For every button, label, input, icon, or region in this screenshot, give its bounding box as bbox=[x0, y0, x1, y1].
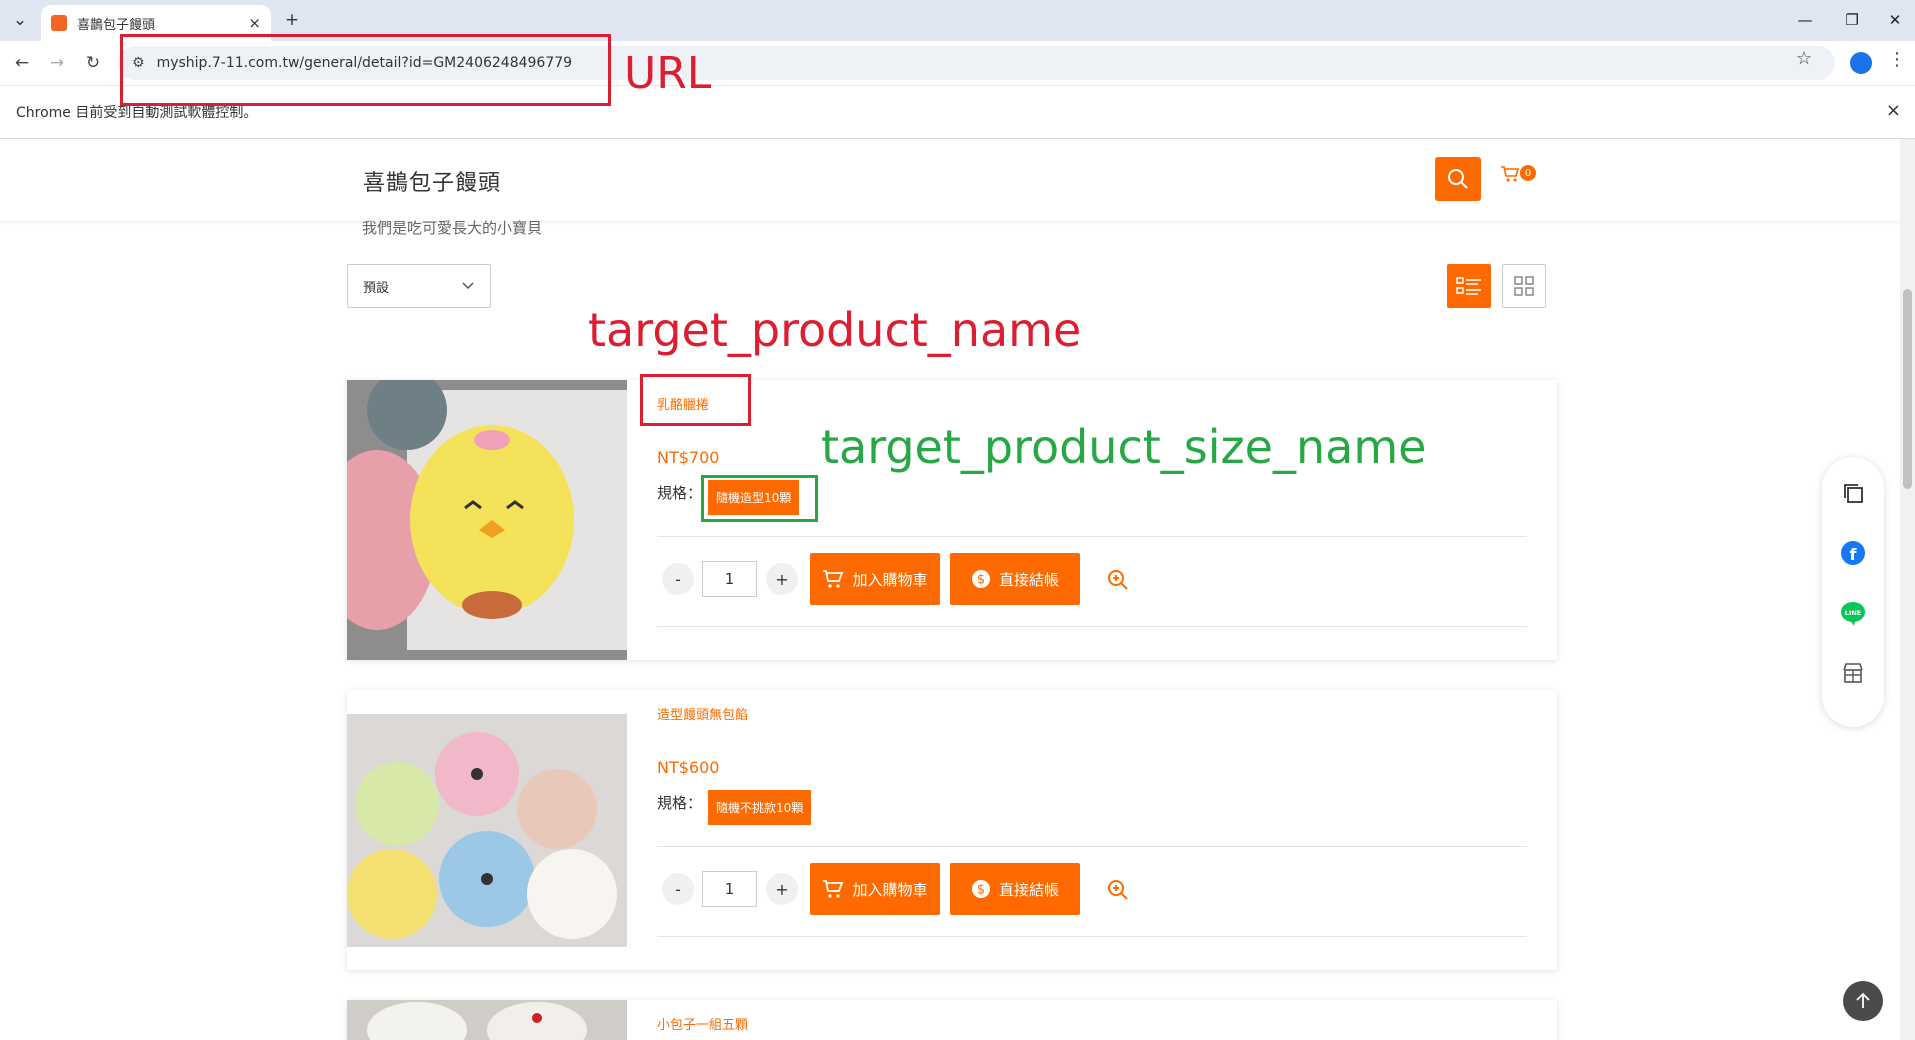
cart-count-badge: 0 bbox=[1520, 165, 1536, 181]
qty-plus-button[interactable]: + bbox=[766, 563, 798, 595]
divider bbox=[657, 626, 1527, 627]
spec-label: 規格： bbox=[657, 794, 703, 812]
zoom-in-icon[interactable] bbox=[1107, 569, 1129, 591]
arrow-up-icon bbox=[1856, 992, 1870, 1008]
bookmark-star-icon[interactable]: ☆ bbox=[1796, 48, 1812, 69]
cart-button[interactable] bbox=[1500, 165, 1520, 187]
share-bar: f LINE bbox=[1822, 457, 1884, 727]
new-tab-button[interactable]: + bbox=[278, 6, 306, 34]
add-to-cart-button[interactable]: 加入購物車 bbox=[810, 553, 940, 605]
cart-icon bbox=[823, 880, 844, 898]
qty-minus-button[interactable]: - bbox=[662, 563, 694, 595]
back-icon[interactable]: ← bbox=[7, 48, 37, 78]
search-icon bbox=[1448, 169, 1468, 189]
zoom-in-icon[interactable] bbox=[1107, 879, 1129, 901]
list-view-icon bbox=[1456, 277, 1481, 295]
divider bbox=[657, 846, 1527, 847]
checkout-button[interactable]: $ 直接結帳 bbox=[950, 863, 1080, 915]
quantity-input[interactable]: 1 bbox=[702, 561, 757, 597]
dollar-icon: $ bbox=[971, 570, 990, 588]
store-tagline: 我們是吃可愛長大的小寶貝 bbox=[362, 219, 543, 237]
size-name-annotation-label: target_product_size_name bbox=[821, 420, 1427, 474]
qty-minus-button[interactable]: - bbox=[662, 873, 694, 905]
divider bbox=[657, 936, 1527, 937]
line-icon[interactable]: LINE bbox=[1839, 599, 1867, 627]
size-name-annotation-box bbox=[701, 475, 818, 522]
forward-icon[interactable]: → bbox=[42, 48, 72, 78]
checkout-button[interactable]: $ 直接結帳 bbox=[950, 553, 1080, 605]
copy-icon[interactable] bbox=[1839, 479, 1867, 507]
tab-close-icon[interactable]: × bbox=[248, 14, 261, 32]
product-photo[interactable] bbox=[347, 380, 627, 660]
list-view-button[interactable] bbox=[1447, 264, 1491, 308]
search-button[interactable] bbox=[1435, 157, 1481, 201]
sort-selected-value: 預設 bbox=[363, 280, 390, 296]
favicon-icon bbox=[51, 15, 67, 31]
svg-text:$: $ bbox=[977, 883, 985, 898]
url-annotation-label: URL bbox=[624, 48, 712, 99]
grid-view-icon bbox=[1514, 276, 1534, 296]
profile-avatar-icon[interactable] bbox=[1850, 52, 1872, 74]
restore-icon[interactable]: ❐ bbox=[1832, 4, 1872, 36]
grid-view-button[interactable] bbox=[1502, 264, 1546, 308]
tab-search-chevron-icon[interactable]: ⌄ bbox=[6, 6, 34, 34]
infobar-close-icon[interactable]: × bbox=[1886, 100, 1901, 121]
product-price: NT$700 bbox=[657, 448, 720, 467]
store-icon[interactable] bbox=[1839, 659, 1867, 687]
chevron-down-icon bbox=[462, 282, 474, 290]
checkout-label: 直接結帳 bbox=[998, 880, 1059, 899]
close-window-icon[interactable]: ✕ bbox=[1875, 4, 1915, 36]
svg-text:LINE: LINE bbox=[1845, 609, 1861, 617]
cart-icon bbox=[1501, 166, 1520, 182]
add-to-cart-label: 加入購物車 bbox=[852, 880, 928, 899]
product-name-annotation-box bbox=[640, 374, 751, 426]
product-photo[interactable] bbox=[347, 1000, 627, 1040]
url-annotation-box bbox=[120, 34, 611, 106]
product-name[interactable]: 造型饅頭無包餡 bbox=[657, 704, 748, 723]
product-card: 造型饅頭無包餡 NT$600 規格： 隨機不挑款10顆 - 1 + 加入購物車 … bbox=[347, 690, 1557, 970]
store-name[interactable]: 喜鵲包子饅頭 bbox=[363, 165, 501, 197]
sort-select[interactable]: 預設 bbox=[347, 264, 491, 308]
checkout-label: 直接結帳 bbox=[998, 570, 1059, 589]
product-price: NT$600 bbox=[657, 758, 720, 777]
add-to-cart-button[interactable]: 加入購物車 bbox=[810, 863, 940, 915]
tab-title: 喜鵲包子饅頭 bbox=[77, 17, 156, 33]
minimize-icon[interactable]: — bbox=[1785, 4, 1825, 36]
page-viewport: 喜鵲包子饅頭 0 我們是吃可愛長大的小寶貝 預設 乳酪臘捲 NT$700 規格：… bbox=[0, 139, 1915, 1040]
svg-text:f: f bbox=[1850, 545, 1858, 564]
spec-option[interactable]: 隨機不挑款10顆 bbox=[708, 790, 812, 825]
product-card: 小包子一組五顆 bbox=[347, 1000, 1557, 1040]
product-photo[interactable] bbox=[347, 714, 627, 947]
dollar-icon: $ bbox=[971, 880, 990, 898]
menu-kebab-icon[interactable]: ⋮ bbox=[1888, 49, 1906, 70]
back-to-top-button[interactable] bbox=[1843, 981, 1883, 1021]
page-scrollbar[interactable] bbox=[1900, 139, 1915, 1040]
product-name-annotation-label: target_product_name bbox=[588, 303, 1082, 357]
store-header: 喜鵲包子饅頭 0 bbox=[0, 139, 1900, 221]
add-to-cart-label: 加入購物車 bbox=[852, 570, 928, 589]
quantity-input[interactable]: 1 bbox=[702, 871, 757, 907]
qty-plus-button[interactable]: + bbox=[766, 873, 798, 905]
svg-text:$: $ bbox=[977, 573, 985, 588]
spec-label: 規格： bbox=[657, 484, 703, 502]
scroll-thumb[interactable] bbox=[1903, 289, 1912, 489]
reload-icon[interactable]: ↻ bbox=[78, 48, 108, 78]
product-name[interactable]: 小包子一組五顆 bbox=[657, 1014, 748, 1033]
facebook-icon[interactable]: f bbox=[1839, 539, 1867, 567]
cart-icon bbox=[823, 570, 844, 588]
divider bbox=[657, 536, 1527, 537]
